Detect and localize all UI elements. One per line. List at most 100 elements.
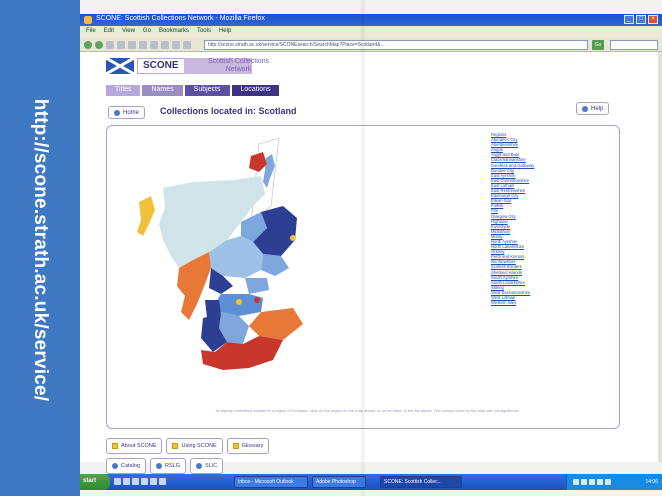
about-icon	[112, 443, 118, 449]
site-tagline: Scottish Collections Network	[208, 58, 269, 74]
quick-launch-ie-icon[interactable]	[114, 478, 121, 485]
menu-file[interactable]: File	[86, 28, 96, 36]
go-button[interactable]: Go	[592, 40, 604, 50]
quick-launch-outlook-icon[interactable]	[123, 478, 130, 485]
rslg-button[interactable]: RSLG	[149, 458, 186, 474]
window-controls: _ □ ×	[624, 15, 658, 24]
task-outlook[interactable]: Inbox - Microsoft Outlook	[234, 476, 308, 488]
map-region-fife[interactable]	[245, 278, 269, 294]
maximize-icon[interactable]: □	[636, 15, 646, 24]
quick-launch-word-icon[interactable]	[150, 478, 157, 485]
toolbar-search-input[interactable]	[610, 40, 658, 50]
home-button[interactable]: Home	[108, 106, 146, 119]
minimize-icon[interactable]: _	[624, 15, 634, 24]
navigation-toolbar: http://scone.strath.ac.uk/service/SCONEs…	[80, 38, 662, 52]
map-region-western-isles[interactable]	[137, 196, 155, 236]
clock: 14:06	[645, 479, 658, 485]
print-icon[interactable]	[183, 41, 191, 49]
task-photoshop[interactable]: Adobe Photoshop	[312, 476, 366, 488]
tab-locations[interactable]: Locations	[231, 85, 280, 96]
url-band: http://scone.strath.ac.uk/service/	[0, 0, 80, 496]
tab-names[interactable]: Names	[142, 85, 183, 96]
using-icon	[172, 443, 179, 449]
catalog-label: Catalog	[121, 463, 140, 469]
reload-icon[interactable]	[106, 41, 114, 49]
menu-help[interactable]: Help	[219, 28, 231, 36]
tray-volume-icon[interactable]	[581, 479, 587, 485]
quick-launch-desktop-icon[interactable]	[132, 478, 139, 485]
tray-network-icon[interactable]	[573, 479, 579, 485]
mail-icon[interactable]	[172, 41, 180, 49]
home-label: Home	[123, 109, 140, 116]
map-region-glasgow-city[interactable]	[236, 299, 242, 305]
glossary-label: Glossary	[241, 443, 264, 449]
menu-tools[interactable]: Tools	[197, 28, 211, 36]
help-button[interactable]: Help	[576, 102, 610, 115]
slic-label: SLIC	[204, 463, 218, 469]
rslg-icon	[155, 463, 162, 469]
rslg-label: RSLG	[164, 463, 180, 469]
map-panel: Regions Aberdeen City Aberdeenshire Angu…	[106, 125, 620, 429]
info-button-row: About SCONE Using SCONE Glossary	[106, 438, 270, 454]
glossary-button[interactable]: Glossary	[226, 438, 270, 454]
glossary-icon	[232, 443, 239, 449]
browser-window: SCONE: Scottish Collections Network - Mo…	[80, 0, 662, 496]
home-browser-icon[interactable]	[128, 41, 136, 49]
window-title: SCONE: Scottish Collections Network - Mo…	[96, 15, 265, 22]
favorites-icon[interactable]	[150, 41, 158, 49]
help-icon	[582, 105, 588, 112]
tray-messenger-icon[interactable]	[597, 479, 603, 485]
tray-icons	[573, 479, 611, 485]
partner-button-row: Catalog RSLG SLIC	[106, 458, 224, 474]
region-link-western-isles[interactable]: Western Isles	[491, 300, 611, 305]
map-region-edinburgh-city[interactable]	[254, 297, 260, 303]
tagline-line-2: Network	[225, 66, 252, 73]
about-scone-button[interactable]: About SCONE	[106, 438, 163, 454]
toolbar-icons	[84, 41, 191, 49]
menu-edit[interactable]: Edit	[104, 28, 114, 36]
logo-text: SCONE	[137, 58, 185, 74]
start-button[interactable]: start	[80, 474, 110, 490]
quick-launch-media-icon[interactable]	[141, 478, 148, 485]
site-nav: Titles Names Subjects Locations	[106, 85, 280, 96]
tab-titles[interactable]: Titles	[106, 85, 141, 96]
home-icon	[114, 109, 120, 116]
tagline-line-1: Scottish Collections	[208, 58, 270, 65]
task-scone-browser[interactable]: SCONE: Scottish Collec...	[380, 476, 462, 488]
tray-antivirus-icon[interactable]	[589, 479, 595, 485]
url-caption: http://scone.strath.ac.uk/service/	[30, 98, 51, 402]
about-label: About SCONE	[121, 443, 157, 449]
taskbar: start Inbox - Microsoft Outlook Adobe Ph…	[80, 474, 662, 490]
stop-icon[interactable]	[117, 41, 125, 49]
quick-launch-excel-icon[interactable]	[159, 478, 166, 485]
scotland-map	[137, 137, 303, 370]
forward-icon[interactable]	[95, 41, 103, 49]
menu-view[interactable]: View	[122, 28, 135, 36]
tab-subjects[interactable]: Subjects	[184, 85, 230, 96]
menu-bookmarks[interactable]: Bookmarks	[159, 28, 189, 36]
page-content: SCONE Scottish Collections Network Title…	[80, 52, 658, 474]
map-region-scottish-borders[interactable]	[249, 308, 303, 340]
catalog-icon	[112, 463, 118, 469]
slic-icon	[195, 463, 202, 469]
search-icon[interactable]	[139, 41, 147, 49]
back-icon[interactable]	[84, 41, 92, 49]
address-bar[interactable]: http://scone.strath.ac.uk/service/SCONEs…	[204, 40, 588, 50]
close-icon[interactable]: ×	[648, 15, 658, 24]
slic-button[interactable]: SLIC	[189, 458, 224, 474]
map-region-angus[interactable]	[261, 254, 289, 276]
page-title: Collections located in: Scotland	[160, 106, 297, 116]
map-region-aberdeen-city[interactable]	[290, 235, 296, 241]
using-scone-button[interactable]: Using SCONE	[166, 438, 223, 454]
vertical-scrollbar[interactable]	[658, 52, 662, 462]
catalog-button[interactable]: Catalog	[106, 458, 146, 474]
tray-update-icon[interactable]	[605, 479, 611, 485]
saltire-flag-icon	[106, 58, 134, 74]
browser-app-icon	[84, 16, 92, 24]
using-label: Using SCONE	[181, 443, 217, 449]
system-tray: 14:06	[566, 474, 662, 490]
history-icon[interactable]	[161, 41, 169, 49]
menu-go[interactable]: Go	[143, 28, 151, 36]
map-instructions: To display collections located in a regi…	[214, 408, 520, 413]
window-titlebar: SCONE: Scottish Collections Network - Mo…	[80, 14, 662, 26]
